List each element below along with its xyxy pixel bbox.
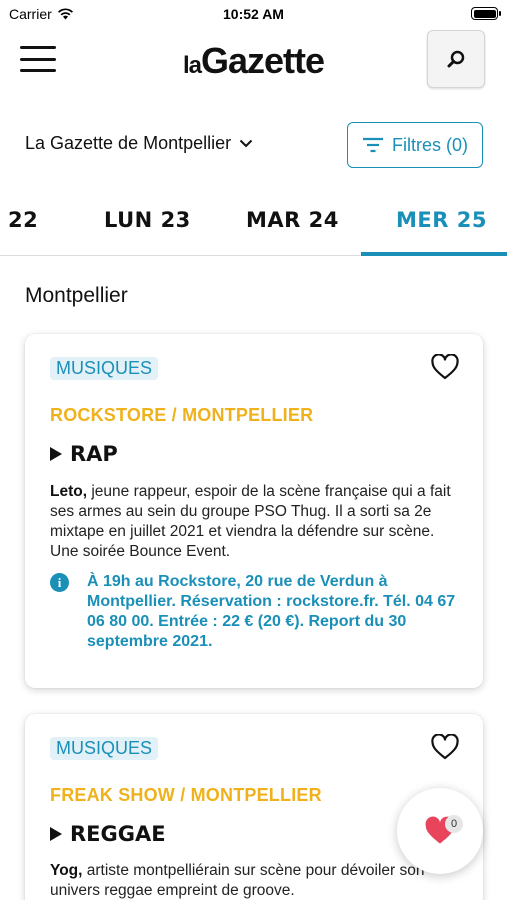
- status-time: 10:52 AM: [223, 6, 284, 22]
- heart-outline-icon[interactable]: [431, 354, 459, 380]
- app-header: laGazette: [0, 28, 507, 90]
- description-text: artiste montpelliérain sur scène pour dé…: [50, 862, 425, 899]
- favorites-button[interactable]: 0: [397, 788, 483, 874]
- battery-icon: [471, 7, 501, 20]
- city-selector-value: La Gazette de Montpellier: [25, 133, 232, 153]
- tab-mer-25[interactable]: MER 25: [396, 208, 487, 232]
- event-description: Yog, artiste montpelliérain sur scène po…: [50, 861, 465, 900]
- event-info-text: À 19h au Rockstore, 20 rue de Verdun à M…: [87, 573, 456, 650]
- category-badge: MUSIQUES: [50, 357, 159, 380]
- status-bar: Carrier 10:52 AM: [0, 0, 507, 30]
- genre-heading: REGGAE: [50, 822, 166, 846]
- play-icon: [50, 447, 62, 461]
- venue-label: FREAK SHOW / MONTPELLIER: [50, 785, 322, 805]
- genre-label: RAP: [70, 442, 118, 466]
- chevron-down-icon: [239, 139, 253, 148]
- play-icon: [50, 827, 62, 841]
- tab-lun-23[interactable]: LUN 23: [104, 208, 191, 232]
- logo-prefix: la: [182, 52, 202, 79]
- section-title: Montpellier: [25, 284, 128, 307]
- info-icon: i: [50, 573, 69, 592]
- search-icon: [447, 50, 465, 68]
- event-description: Leto, jeune rappeur, espoir de la scène …: [50, 482, 465, 562]
- filter-icon: [363, 137, 383, 153]
- event-card[interactable]: MUSIQUES ROCKSTORE / MONTPELLIER RAP Let…: [25, 334, 483, 688]
- genre-label: REGGAE: [70, 822, 166, 846]
- event-info: i À 19h au Rockstore, 20 rue de Verdun à…: [50, 572, 465, 652]
- description-text: jeune rappeur, espoir de la scène frança…: [50, 483, 451, 560]
- logo-main: Gazette: [200, 40, 325, 81]
- filter-button-label: Filtres (0): [392, 134, 468, 155]
- active-tab-indicator: [361, 252, 507, 256]
- venue-label: ROCKSTORE / MONTPELLIER: [50, 405, 314, 425]
- heart-outline-icon[interactable]: [431, 734, 459, 760]
- category-badge: MUSIQUES: [50, 737, 159, 760]
- day-tabs: 22 LUN 23 MAR 24 MER 25: [0, 190, 507, 256]
- filter-button[interactable]: Filtres (0): [347, 122, 483, 168]
- artist-name: Leto,: [50, 483, 88, 500]
- favorites-count-badge: 0: [445, 815, 463, 833]
- artist-name: Yog,: [50, 862, 83, 879]
- tab-mar-24[interactable]: MAR 24: [246, 208, 339, 232]
- search-button[interactable]: [427, 30, 485, 88]
- city-selector[interactable]: La Gazette de Montpellier: [25, 133, 253, 154]
- genre-heading: RAP: [50, 442, 118, 466]
- tab-day-22[interactable]: 22: [8, 208, 38, 232]
